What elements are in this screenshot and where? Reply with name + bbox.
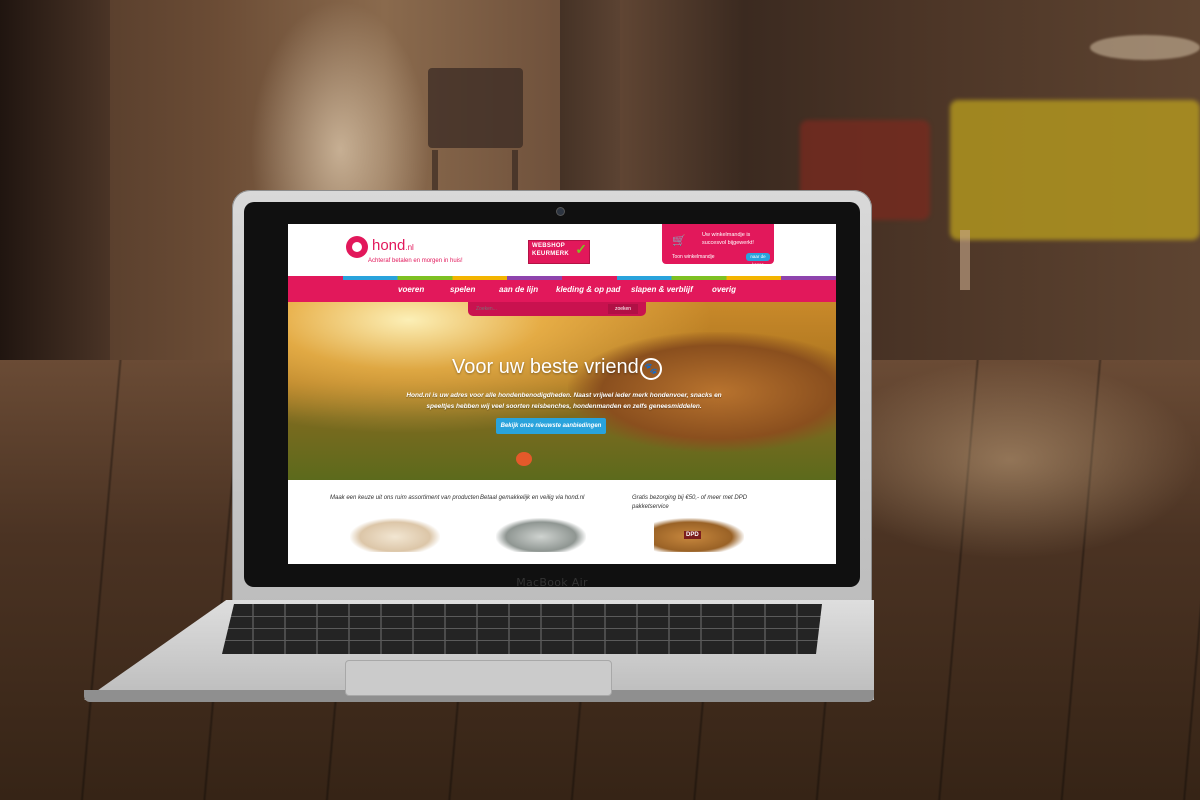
laptop-keyboard bbox=[222, 604, 822, 654]
view-offers-button[interactable]: Bekijk onze nieuwste aanbiedingen bbox=[496, 418, 606, 434]
floor-glow bbox=[820, 360, 1200, 560]
laptop-brand-label: MacBook Air bbox=[516, 576, 588, 589]
dog-logo-icon[interactable] bbox=[346, 236, 368, 258]
laptop-screen: hond.nl Achteraf betalen en morgen in hu… bbox=[288, 224, 836, 564]
search-bar: zoeken bbox=[468, 302, 646, 316]
nav-item-voeren[interactable]: voeren bbox=[398, 285, 424, 294]
hero-title: Voor uw beste vriend bbox=[452, 356, 639, 378]
nav-item-slapen[interactable]: slapen & verblijf bbox=[631, 285, 693, 294]
nav-item-aan-de-lijn[interactable]: aan de lijn bbox=[499, 285, 538, 294]
feature-assortment: Maak een keuze uit ons ruim assortiment … bbox=[330, 494, 480, 503]
view-cart-link[interactable]: Toon winkelmandje bbox=[672, 254, 715, 260]
keurmerk-line1: WEBSHOP bbox=[532, 243, 566, 249]
box-dog-image[interactable]: DPD bbox=[654, 518, 744, 552]
webshop-keurmerk-badge[interactable]: WEBSHOP KEURMERK ✓ bbox=[528, 240, 590, 264]
room-pillar bbox=[0, 0, 110, 380]
background-lamp bbox=[1090, 35, 1200, 60]
dpd-box-label: DPD bbox=[684, 531, 701, 539]
laptop-trackpad bbox=[345, 660, 612, 696]
hero-text: Hond.nl is uw adres voor alle hondenbeno… bbox=[406, 392, 722, 410]
nav-item-kleding[interactable]: kleding & op pad bbox=[556, 285, 620, 294]
paw-icon: 🐾 bbox=[640, 358, 662, 380]
coin-dog-image[interactable] bbox=[496, 518, 586, 552]
hero-banner: Voor uw beste vriend 🐾 Hond.nl is uw adr… bbox=[288, 302, 836, 480]
key-row bbox=[222, 616, 822, 617]
logo-name: hond bbox=[372, 237, 406, 254]
site-logo[interactable]: hond.nl bbox=[372, 237, 414, 254]
cart-notification: 🛒 Uw winkelmandje is succesvol bijgewerk… bbox=[662, 224, 774, 267]
nav-item-spelen[interactable]: spelen bbox=[450, 285, 475, 294]
feature-text: Gratis bezorging bij €50,- of meer met D… bbox=[632, 495, 748, 510]
main-nav: voeren spelen aan de lijn kleding & op p… bbox=[288, 280, 836, 316]
keurmerk-line2: KEURMERK bbox=[532, 251, 570, 257]
checkout-button[interactable]: naar de kassa bbox=[746, 253, 770, 267]
key-row bbox=[222, 628, 822, 629]
sofa-leg bbox=[960, 230, 970, 290]
hero-ball-image bbox=[516, 452, 532, 466]
puppy-image[interactable] bbox=[350, 518, 440, 552]
logo-tld: .nl bbox=[405, 243, 414, 252]
search-input[interactable] bbox=[476, 305, 596, 313]
features-row: Maak een keuze uit ons ruim assortiment … bbox=[288, 480, 836, 564]
site-header: hond.nl Achteraf betalen en morgen in hu… bbox=[288, 224, 836, 276]
feature-text: Maak een keuze uit ons ruim assortiment … bbox=[330, 495, 480, 501]
feature-delivery: Gratis bezorging bij €50,- of meer met D… bbox=[632, 494, 782, 512]
search-button[interactable]: zoeken bbox=[608, 304, 638, 314]
feature-payment: Betaal gemakkelijk en veilig via hond.nl bbox=[480, 494, 630, 503]
cart-message: Uw winkelmandje is succesvol bijgewerkt! bbox=[702, 232, 754, 246]
background-yellow-sofa bbox=[950, 100, 1200, 240]
checkmark-icon: ✓ bbox=[575, 241, 587, 257]
key-row bbox=[222, 640, 822, 641]
background-chair bbox=[428, 68, 523, 148]
shopping-cart-icon[interactable]: 🛒 bbox=[672, 234, 686, 247]
camera-icon bbox=[557, 208, 564, 215]
nav-item-overig[interactable]: overig bbox=[712, 285, 736, 294]
feature-text: Betaal gemakkelijk en veilig via hond.nl bbox=[480, 495, 585, 501]
site-tagline: Achteraf betalen en morgen in huis! bbox=[368, 258, 463, 264]
